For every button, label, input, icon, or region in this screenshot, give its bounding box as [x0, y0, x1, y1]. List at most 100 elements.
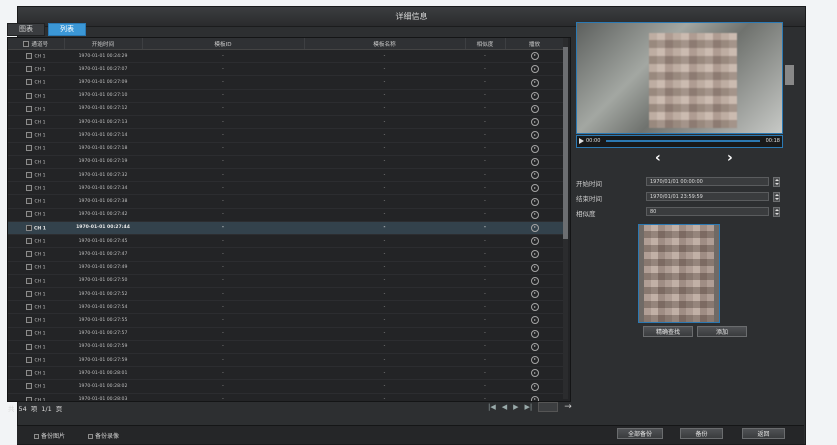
row-checkbox[interactable]	[25, 224, 32, 231]
play-circle-icon[interactable]	[530, 184, 539, 193]
table-row[interactable]: CH 1 1970-01-01 00:27:49- - -	[8, 261, 564, 275]
table-row[interactable]: CH 1 1970-01-01 00:27:12- - -	[8, 102, 564, 117]
backup-all-button[interactable]: 全部备份	[617, 428, 663, 439]
table-scrollbar[interactable]	[563, 38, 568, 399]
table-row[interactable]: CH 1 1970-01-01 00:27:45- - -	[8, 234, 564, 249]
table-row[interactable]: CH 1 1970-01-01 00:24:29- - -	[8, 49, 564, 64]
backup-video-checkbox[interactable]	[88, 434, 93, 439]
backup-video-option[interactable]: 备份录像	[88, 431, 119, 440]
scrollbar-thumb[interactable]	[563, 47, 568, 239]
play-circle-icon[interactable]	[530, 356, 539, 365]
row-checkbox[interactable]	[26, 118, 33, 125]
table-row[interactable]: CH 1 1970-01-01 00:27:54- - -	[8, 300, 564, 315]
play-circle-icon[interactable]	[530, 263, 539, 272]
play-circle-icon[interactable]	[530, 157, 539, 166]
play-circle-icon[interactable]	[530, 171, 539, 180]
play-circle-icon[interactable]	[530, 329, 539, 338]
row-checkbox[interactable]	[26, 343, 33, 350]
table-row[interactable]: CH 1 1970-01-01 00:27:10- - -	[8, 89, 564, 103]
add-button[interactable]: 添加	[697, 326, 747, 337]
row-checkbox[interactable]	[26, 277, 33, 284]
table-row[interactable]: CH 1 1970-01-01 00:27:44- - -	[8, 221, 564, 236]
play-circle-icon[interactable]	[530, 52, 539, 61]
next-page-icon[interactable]: ▶	[513, 403, 518, 411]
row-checkbox[interactable]	[26, 290, 33, 297]
row-checkbox[interactable]	[26, 132, 33, 139]
backup-image-option[interactable]: 备份图片	[34, 431, 65, 440]
row-checkbox[interactable]	[26, 185, 33, 192]
play-circle-icon[interactable]	[530, 290, 539, 299]
prev-page-icon[interactable]: ◀	[502, 403, 507, 411]
play-circle-icon[interactable]	[530, 91, 539, 100]
col-similarity[interactable]: 相似度	[465, 38, 506, 50]
play-circle-icon[interactable]	[530, 303, 539, 312]
table-row[interactable]: CH 1 1970-01-01 00:27:09- - -	[8, 75, 564, 90]
backup-button[interactable]: 备份	[680, 428, 723, 439]
go-arrow-icon[interactable]: →	[564, 402, 572, 412]
row-checkbox[interactable]	[26, 171, 33, 178]
row-checkbox[interactable]	[26, 66, 33, 73]
play-circle-icon[interactable]	[530, 118, 539, 127]
row-checkbox[interactable]	[26, 237, 33, 244]
table-row[interactable]: CH 1 1970-01-01 00:27:59- - -	[8, 340, 564, 355]
col-template-name[interactable]: 模板名称	[304, 38, 466, 50]
end-time-field[interactable]: 1970/01/01 23:59:59	[646, 192, 769, 201]
end-time-spin-icon[interactable]	[773, 192, 780, 202]
play-circle-icon[interactable]	[530, 197, 539, 206]
table-row[interactable]: CH 1 1970-01-01 00:27:13- - -	[8, 115, 564, 130]
play-circle-icon[interactable]	[530, 382, 539, 391]
play-circle-icon[interactable]	[530, 237, 539, 246]
row-checkbox[interactable]	[26, 211, 33, 218]
play-circle-icon[interactable]	[530, 104, 539, 113]
play-circle-icon[interactable]	[530, 65, 539, 74]
play-icon[interactable]	[579, 138, 584, 144]
play-circle-icon[interactable]	[530, 223, 539, 232]
table-row[interactable]: CH 1 1970-01-01 00:27:19- - -	[8, 155, 564, 169]
video-preview[interactable]	[576, 22, 783, 134]
tab-chart[interactable]: 图表	[7, 23, 45, 36]
table-row[interactable]: CH 1 1970-01-01 00:28:01- - -	[8, 366, 564, 381]
play-circle-icon[interactable]	[530, 342, 539, 351]
row-checkbox[interactable]	[26, 251, 33, 258]
table-row[interactable]: CH 1 1970-01-01 00:27:34- - -	[8, 181, 564, 196]
play-circle-icon[interactable]	[530, 316, 539, 325]
row-checkbox[interactable]	[26, 52, 33, 59]
table-row[interactable]: CH 1 1970-01-01 00:27:14- - -	[8, 128, 564, 143]
start-time-field[interactable]: 1970/01/01 00:00:00	[646, 177, 769, 186]
select-all-checkbox[interactable]	[23, 41, 30, 47]
precise-search-button[interactable]: 精确查找	[643, 326, 693, 337]
row-checkbox[interactable]	[26, 92, 33, 99]
row-checkbox[interactable]	[26, 145, 33, 152]
chevron-left-icon[interactable]: ‹	[655, 150, 661, 166]
table-row[interactable]: CH 1 1970-01-01 00:28:02- - -	[8, 379, 564, 394]
backup-image-checkbox[interactable]	[34, 434, 39, 439]
row-checkbox[interactable]	[26, 383, 33, 390]
row-checkbox[interactable]	[26, 264, 33, 271]
play-circle-icon[interactable]	[530, 78, 539, 87]
page-input[interactable]	[538, 402, 559, 412]
table-row[interactable]: CH 1 1970-01-01 00:27:57- - -	[8, 327, 564, 341]
play-circle-icon[interactable]	[530, 250, 539, 259]
row-checkbox[interactable]	[26, 396, 33, 401]
col-channel[interactable]: 通道号	[8, 38, 65, 50]
chevron-right-icon[interactable]: ›	[727, 150, 733, 166]
row-checkbox[interactable]	[26, 158, 33, 165]
row-checkbox[interactable]	[26, 105, 33, 112]
row-checkbox[interactable]	[26, 356, 33, 363]
tab-list[interactable]: 列表	[48, 23, 86, 36]
table-row[interactable]: CH 1 1970-01-01 00:27:42- - -	[8, 208, 564, 222]
table-row[interactable]: CH 1 1970-01-01 00:27:38- - -	[8, 194, 564, 209]
table-row[interactable]: CH 1 1970-01-01 00:27:07- - -	[8, 62, 564, 77]
similarity-spin-icon[interactable]	[773, 207, 780, 217]
table-row[interactable]: CH 1 1970-01-01 00:27:55- - -	[8, 313, 564, 328]
col-start-time[interactable]: 开始时间	[64, 38, 143, 50]
table-row[interactable]: CH 1 1970-01-01 00:27:52- - -	[8, 287, 564, 302]
row-checkbox[interactable]	[26, 370, 33, 377]
row-checkbox[interactable]	[26, 304, 33, 311]
play-circle-icon[interactable]	[530, 369, 539, 378]
row-checkbox[interactable]	[26, 79, 33, 86]
play-circle-icon[interactable]	[530, 210, 539, 219]
table-row[interactable]: CH 1 1970-01-01 00:27:59- - -	[8, 353, 564, 368]
row-checkbox[interactable]	[26, 198, 33, 205]
back-button[interactable]: 返回	[742, 428, 785, 439]
